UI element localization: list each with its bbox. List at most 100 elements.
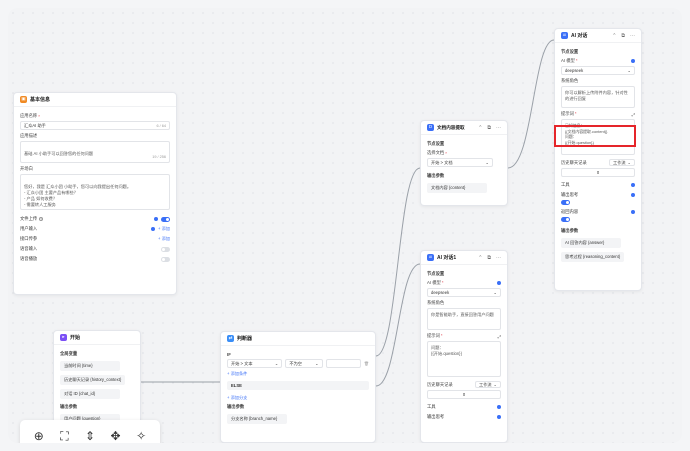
history-count-input[interactable]: 0	[561, 168, 635, 177]
tools-settings-icon[interactable]	[497, 405, 501, 409]
collapse-all-icon[interactable]: ⇕	[82, 428, 98, 443]
start-icon: ▸	[60, 334, 67, 341]
info-icon	[631, 210, 635, 214]
add-condition-button[interactable]: + 添加条件	[227, 371, 369, 377]
app-icon: ▣	[20, 96, 27, 103]
basic-info-node[interactable]: ▣ 基本信息 应用名称 * 汇众AI 助手 6 / 64 应用描述 基础 AI 小…	[13, 92, 177, 295]
output-think-toggle[interactable]	[561, 200, 570, 205]
edge-condition-ai1	[375, 263, 421, 387]
add-user-input-button[interactable]: + 添加	[158, 226, 170, 232]
ai-chat-1-node[interactable]: AI AI 对话1 ⌃ ⧉ ⋯ 节点设置 AI 模型* deepseek ⌄ 系统…	[420, 250, 508, 443]
add-branch-button[interactable]: + 添加分支	[227, 395, 369, 401]
output-think-label: 输出思考	[427, 414, 445, 419]
system-role-label: 系统角色	[427, 300, 445, 305]
voice-play-toggle[interactable]	[161, 256, 170, 262]
voice-play-label: 语音播放	[20, 256, 38, 261]
beautify-icon[interactable]: ✧	[133, 428, 149, 443]
node-title: AI 对话	[571, 33, 588, 39]
history-mode-select[interactable]: 工作流 ⌄	[609, 159, 635, 166]
collapse-icon[interactable]: ⌃	[478, 255, 482, 261]
app-name-input[interactable]: 汇众AI 助手 6 / 64	[20, 121, 170, 130]
app-desc-label: 应用描述	[20, 133, 38, 138]
history-mode-select[interactable]: 工作流 ⌄	[475, 381, 501, 388]
history-label: 历史聊天记录	[561, 159, 587, 165]
chevron-down-icon: ⌄	[627, 68, 631, 73]
system-role-input[interactable]: 你是智能助手，直接回答用户问题	[427, 308, 501, 330]
if-label: IF	[227, 352, 231, 357]
condition-value-input[interactable]	[325, 359, 361, 368]
node-title: 判断器	[237, 336, 253, 342]
chevron-down-icon: ⌄	[627, 160, 631, 165]
node-title: AI 对话1	[437, 255, 457, 261]
copy-icon[interactable]: ⧉	[487, 255, 491, 261]
system-role-input[interactable]: 你可以解析上传附件内容，针对性的进行回复	[561, 86, 635, 108]
expand-icon[interactable]: ⤢	[632, 112, 635, 117]
settings-icon[interactable]	[154, 217, 158, 221]
voice-input-label: 语音输入	[20, 246, 38, 251]
app-desc-value: 基础 AI 小助手可以回答您的任何问题	[24, 151, 94, 157]
copy-icon[interactable]: ⧉	[487, 125, 491, 131]
global-var: 对话 ID {chat_id}	[60, 389, 120, 399]
model-label: AI 模型	[561, 58, 575, 63]
more-icon[interactable]: ⋯	[496, 255, 501, 261]
output-think-label: 输出思考	[561, 192, 579, 197]
tools-label: 工具	[561, 182, 570, 187]
file-upload-label: 文件上传?	[20, 216, 44, 221]
output-label: 输出参数	[561, 228, 579, 233]
copy-icon[interactable]: ⧉	[621, 33, 625, 39]
select-doc-select[interactable]: 开始 > 文档 ⌄	[427, 158, 493, 167]
output-param: 分支名称 {branch_name}	[227, 414, 287, 424]
model-select[interactable]: deepseek ⌄	[427, 288, 501, 297]
chevron-down-icon: ⌄	[493, 382, 497, 387]
chevron-down-icon: ⌄	[274, 361, 279, 366]
condition-operator-select[interactable]: 不为空 ⌄	[285, 359, 323, 368]
prompt-input[interactable]: 问题： {{开始.question}}	[427, 341, 501, 377]
node-title: 开始	[70, 335, 81, 341]
settings-label: 节点设置	[427, 141, 445, 146]
voice-input-toggle[interactable]	[161, 246, 170, 252]
add-api-param-button[interactable]: + 添加	[158, 236, 170, 242]
more-icon[interactable]: ⋯	[496, 125, 501, 131]
workflow-canvas[interactable]: ▣ 基本信息 应用名称 * 汇众AI 助手 6 / 64 应用描述 基础 AI 小…	[8, 8, 682, 443]
chevron-down-icon: ⌄	[485, 160, 489, 165]
output-label: 输出参数	[227, 404, 245, 409]
start-node[interactable]: ▸ 开始 全局变量 当前时间 {time} 历史聊天记录 {history_co…	[53, 330, 141, 430]
collapse-icon[interactable]: ⌃	[612, 33, 616, 39]
opening-input[interactable]: 您好，我是 汇众小团 小助手，您可以向我提出任何问题。 - 汇众小团 主要产品有…	[20, 174, 170, 210]
collapse-icon[interactable]: ⌃	[478, 125, 482, 131]
system-role-label: 系统角色	[561, 78, 579, 83]
condition-field-select[interactable]: 开始 > 文本 ⌄	[227, 359, 283, 368]
else-branch: ELSE	[227, 381, 369, 390]
doc-extract-node[interactable]: D 文档内容提取 ⌃ ⧉ ⋯ 节点设置 选择文档 * 开始 > 文档 ⌄ 输出参数 …	[420, 120, 508, 206]
chevron-down-icon: ⌄	[493, 290, 497, 295]
app-desc-count: 19 / 256	[152, 154, 166, 159]
expand-all-icon[interactable]: ✥	[108, 428, 124, 443]
more-icon[interactable]: ⋯	[630, 33, 635, 39]
settings-label: 节点设置	[427, 271, 445, 276]
ai-chat-node[interactable]: AI AI 对话 ⌃ ⧉ ⋯ 节点设置 AI 模型* deepseek ⌄ 系统角…	[554, 28, 642, 291]
tools-label: 工具	[427, 404, 436, 409]
info-icon	[151, 227, 156, 231]
global-vars-label: 全局变量	[60, 351, 78, 356]
return-content-label: 返回内容	[561, 209, 579, 214]
model-settings-icon[interactable]	[497, 281, 501, 285]
settings-label: 节点设置	[561, 49, 579, 54]
file-upload-toggle[interactable]	[161, 216, 170, 222]
app-name-value: 汇众AI 助手	[24, 122, 46, 128]
app-desc-input[interactable]: 基础 AI 小助手可以回答您的任何问题 19 / 256	[20, 141, 170, 163]
tools-settings-icon[interactable]	[631, 183, 635, 187]
delete-icon[interactable]: 🗑	[364, 361, 369, 366]
history-count-input[interactable]: 0	[427, 390, 501, 399]
prompt-highlight-box	[554, 125, 636, 147]
user-input-label: 用户输入	[20, 226, 38, 231]
app-name-label: 应用名称	[20, 113, 38, 118]
output-label: 输出参数	[60, 404, 78, 409]
history-label: 历史聊天记录	[427, 381, 453, 387]
zoom-in-icon[interactable]: ⊕	[31, 428, 47, 443]
return-content-toggle[interactable]	[561, 217, 570, 222]
fit-view-icon[interactable]: ⛶	[56, 428, 72, 443]
model-settings-icon[interactable]	[631, 59, 635, 63]
expand-icon[interactable]: ⤢	[498, 334, 501, 339]
condition-node[interactable]: ⇄ 判断器 IF 开始 > 文本 ⌄ 不为空 ⌄ 🗑 + 添加条件 ELSE + 添…	[220, 331, 376, 443]
model-select[interactable]: deepseek ⌄	[561, 66, 635, 75]
